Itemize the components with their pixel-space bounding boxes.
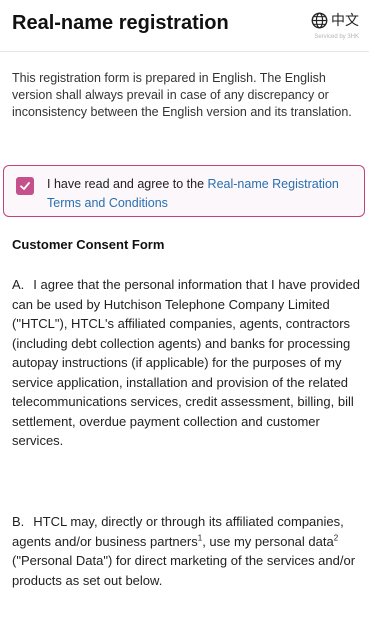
agree-text: I have read and agree to the Real-name R… bbox=[47, 175, 347, 213]
consent-paragraph-b: B. HTCL may, directly or through its affi… bbox=[12, 512, 362, 590]
page-title: Real-name registration bbox=[12, 12, 229, 34]
agree-statement: I have read and agree to the bbox=[47, 177, 208, 191]
language-notice: This registration form is prepared in En… bbox=[12, 71, 352, 119]
consent-form-heading: Customer Consent Form bbox=[12, 237, 165, 252]
header-bar: Real-name registration 中文 Serviced by 3H… bbox=[0, 0, 369, 52]
paragraph-b-label: B. bbox=[12, 514, 25, 529]
agree-terms-checkbox-row[interactable]: I have read and agree to the Real-name R… bbox=[3, 165, 365, 217]
language-label[interactable]: 中文 bbox=[331, 10, 359, 30]
paragraph-a-text: I agree that the personal information th… bbox=[12, 277, 360, 448]
agree-checkbox[interactable] bbox=[16, 177, 34, 195]
paragraph-b-text-2: , use my personal data bbox=[202, 533, 334, 549]
checkmark-icon bbox=[20, 182, 30, 190]
consent-paragraph-a: A. I agree that the personal information … bbox=[12, 275, 362, 451]
paragraph-a-label: A. bbox=[12, 277, 25, 292]
serviced-by-label: Serviced by 3HK bbox=[314, 34, 359, 40]
footnote-ref-2: 2 bbox=[333, 533, 339, 543]
language-switch[interactable]: 中文 bbox=[311, 10, 359, 30]
paragraph-b-text-3: ("Personal Data") for direct marketing o… bbox=[12, 553, 356, 588]
globe-icon bbox=[311, 12, 328, 28]
